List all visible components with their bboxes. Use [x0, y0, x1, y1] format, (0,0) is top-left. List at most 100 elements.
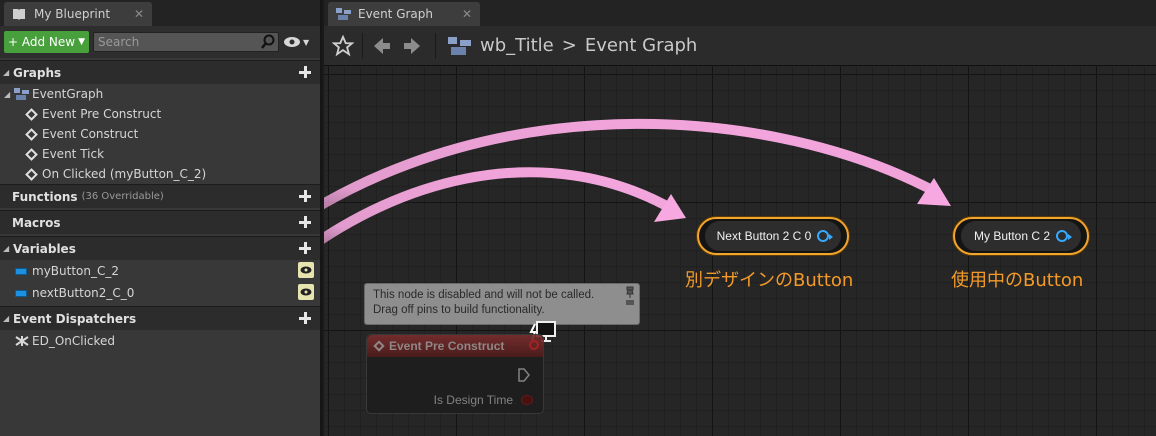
close-icon[interactable]: ✕: [134, 7, 144, 21]
breadcrumb-separator: >: [561, 35, 577, 56]
expand-triangle-icon: ◢: [4, 89, 11, 99]
tree-item-event-pre-construct[interactable]: Event Pre Construct: [0, 104, 320, 124]
output-pin-icon[interactable]: [817, 230, 834, 242]
arrow-to-next-button: [324, 167, 679, 244]
close-icon[interactable]: ✕: [462, 7, 472, 21]
section-macros-label: Macros: [12, 215, 61, 230]
dispatcher-icon: [15, 336, 29, 346]
expand-triangle-icon: ◢: [3, 244, 10, 253]
tab-title: Event Graph: [358, 7, 433, 21]
chevron-down-icon: ▼: [303, 37, 310, 47]
left-toolbar: + Add New ▼ Search ▼: [0, 26, 320, 58]
chevron-down-icon: ▼: [78, 37, 86, 47]
delegate-pin-icon[interactable]: [529, 340, 539, 350]
section-event-dispatchers[interactable]: ◢ Event Dispatchers: [0, 306, 320, 330]
graph-nav-bar: wb_Title > Event Graph: [324, 26, 1156, 66]
breadcrumb-blueprint[interactable]: wb_Title: [480, 35, 554, 56]
expand-triangle-icon: ◢: [3, 314, 10, 323]
back-arrow-icon[interactable]: [371, 35, 393, 57]
forward-arrow-icon[interactable]: [401, 35, 423, 57]
dispatcher-label: ED_OnClicked: [32, 334, 116, 348]
tab-event-graph[interactable]: Event Graph ✕: [328, 2, 480, 26]
tree-item-event-tick[interactable]: Event Tick: [0, 144, 320, 164]
event-diamond-icon: [24, 107, 38, 121]
node-event-pre-construct[interactable]: Event Pre Construct Is Design Time: [366, 334, 544, 414]
tab-title: My Blueprint: [34, 7, 111, 21]
add-new-label: + Add New: [8, 35, 76, 49]
expand-triangle-icon: ◢: [3, 68, 10, 77]
visibility-eye-icon[interactable]: [298, 284, 314, 300]
tab-my-blueprint[interactable]: My Blueprint ✕: [4, 2, 152, 26]
pin-label: Is Design Time: [433, 393, 513, 407]
search-placeholder: Search: [98, 35, 140, 49]
event-graph-icon: [336, 8, 351, 20]
add-new-button[interactable]: + Add New ▼: [4, 31, 90, 53]
tooltip-line: This node is disabled and will not be ca…: [373, 289, 595, 301]
bool-pin-icon[interactable]: [521, 395, 533, 405]
graph-tab-bar: Event Graph ✕: [324, 0, 1156, 26]
variable-nextbutton[interactable]: nextButton2_C_0: [0, 282, 320, 304]
search-input[interactable]: Search: [93, 32, 280, 52]
node-my-label: My Button C 2: [973, 229, 1051, 243]
node-title: Event Pre Construct: [389, 339, 505, 353]
tree-item-label: EventGraph: [32, 87, 104, 101]
node-next-label: Next Button 2 C 0: [716, 229, 812, 243]
node-header: Event Pre Construct: [367, 335, 543, 357]
tooltip-line: Drag off pins to build functionality.: [373, 304, 545, 316]
section-dispatchers-label: Event Dispatchers: [13, 311, 137, 326]
eye-icon: [284, 37, 301, 47]
event-graph-icon: [448, 36, 471, 55]
event-diamond-icon: [24, 167, 38, 181]
variable-label: myButton_C_2: [32, 264, 119, 278]
star-icon[interactable]: [332, 34, 354, 57]
output-pin-icon[interactable]: [1056, 230, 1073, 242]
add-function-plus-icon[interactable]: [298, 189, 312, 203]
search-icon[interactable]: [260, 34, 276, 50]
section-graphs-label: Graphs: [13, 65, 62, 80]
label-in-use: 使用中のButton: [951, 270, 1084, 291]
view-options-button[interactable]: ▼: [283, 36, 311, 48]
event-diamond-icon: [24, 127, 38, 141]
dispatcher-ed-onclicked[interactable]: ED_OnClicked: [0, 330, 320, 352]
overridable-count: (36 Overridable): [81, 191, 164, 202]
variable-label: nextButton2_C_0: [32, 286, 135, 300]
event-diamond-icon: [24, 147, 38, 161]
divider: [362, 32, 363, 59]
section-graphs[interactable]: ◢ Graphs: [0, 60, 320, 84]
tree-item-event-construct[interactable]: Event Construct: [0, 124, 320, 144]
add-dispatcher-plus-icon[interactable]: [298, 311, 312, 325]
exec-pin-icon[interactable]: [517, 367, 531, 383]
node-my-button[interactable]: My Button C 2: [953, 217, 1089, 255]
variable-mybutton[interactable]: myButton_C_2: [0, 260, 320, 282]
book-icon: [13, 9, 25, 20]
add-variable-plus-icon[interactable]: [298, 241, 312, 255]
label-other-design: 別デザインのButton: [685, 270, 854, 291]
event-graph-icon: [14, 88, 29, 100]
breadcrumb-graph: Event Graph: [584, 35, 698, 56]
node-next-button[interactable]: Next Button 2 C 0: [697, 217, 849, 255]
divider: [435, 32, 436, 59]
section-variables-label: Variables: [13, 241, 76, 256]
section-macros[interactable]: Macros: [0, 210, 320, 234]
disabled-node-tooltip: This node is disabled and will not be ca…: [364, 283, 640, 325]
graph-canvas[interactable]: Next Button 2 C 0 別デザインのButton My Button…: [324, 66, 1156, 436]
add-graph-plus-icon[interactable]: [298, 65, 312, 79]
section-variables[interactable]: ◢ Variables: [0, 236, 320, 260]
section-functions[interactable]: Functions (36 Overridable): [0, 184, 320, 208]
visibility-eye-icon[interactable]: [298, 262, 314, 278]
tree-item-eventgraph[interactable]: ◢ EventGraph: [0, 84, 320, 104]
tree-item-label: Event Pre Construct: [42, 107, 162, 121]
event-diamond-icon: [373, 340, 385, 352]
left-tab-bar: My Blueprint ✕: [0, 0, 320, 26]
my-blueprint-panel: My Blueprint ✕ + Add New ▼ Search ▼ ◢ Gr…: [0, 0, 322, 436]
section-functions-label: Functions: [12, 189, 78, 204]
add-macro-plus-icon[interactable]: [298, 215, 312, 229]
pin-icon[interactable]: [625, 286, 635, 306]
tree-item-on-clicked[interactable]: On Clicked (myButton_C_2): [0, 164, 320, 184]
variable-type-icon: [14, 286, 28, 300]
variable-type-icon: [14, 264, 28, 278]
tree-item-label: On Clicked (myButton_C_2): [42, 167, 207, 181]
graph-editor: Event Graph ✕ wb_Title > Event Graph Nex…: [324, 0, 1156, 436]
tree-item-label: Event Tick: [42, 147, 105, 161]
tree-item-label: Event Construct: [42, 127, 139, 141]
